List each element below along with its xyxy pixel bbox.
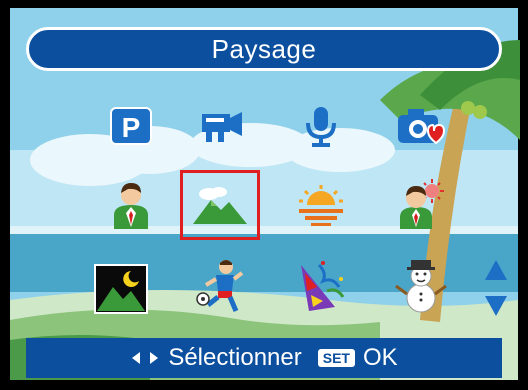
ok-hint-label: OK (362, 344, 398, 371)
set-button-badge: SET (317, 349, 355, 367)
mode-video[interactable] (185, 93, 257, 159)
mode-favorite[interactable] (385, 93, 457, 159)
night-scene-icon (94, 264, 148, 314)
camera-favorite-icon (398, 109, 446, 145)
mode-program[interactable]: P (95, 93, 167, 159)
title-bar: Paysage (26, 27, 502, 71)
mode-sports[interactable] (185, 253, 257, 319)
mode-party[interactable] (285, 253, 357, 319)
scroll-up-icon[interactable] (483, 257, 509, 283)
mode-snow[interactable] (385, 253, 457, 319)
sunset-icon (299, 185, 343, 226)
microphone-icon (306, 107, 336, 147)
select-hint-label: Sélectionner (168, 344, 302, 371)
left-right-arrows-icon (132, 352, 159, 364)
svg-text:P: P (122, 112, 141, 143)
landscape-icon (193, 187, 247, 224)
sports-icon (196, 260, 244, 312)
party-icon (301, 261, 345, 311)
hint-bar: Sélectionner SET OK (26, 338, 502, 378)
backlight-portrait-icon (400, 179, 444, 229)
mode-landscape[interactable] (180, 170, 260, 240)
mode-voice[interactable] (285, 93, 357, 159)
mode-backlight[interactable] (385, 172, 457, 238)
mode-night-scene[interactable] (85, 256, 157, 322)
portrait-icon (114, 183, 148, 229)
video-camera-icon (202, 112, 242, 142)
mode-sunset[interactable] (285, 172, 357, 238)
program-mode-icon: P (110, 107, 152, 145)
scroll-down-icon[interactable] (483, 293, 509, 319)
camera-scene-menu: Paysage P Sélectionner SET OK (0, 0, 528, 390)
mode-portrait[interactable] (95, 172, 167, 238)
snow-icon (395, 260, 447, 313)
page-title: Paysage (211, 33, 317, 64)
